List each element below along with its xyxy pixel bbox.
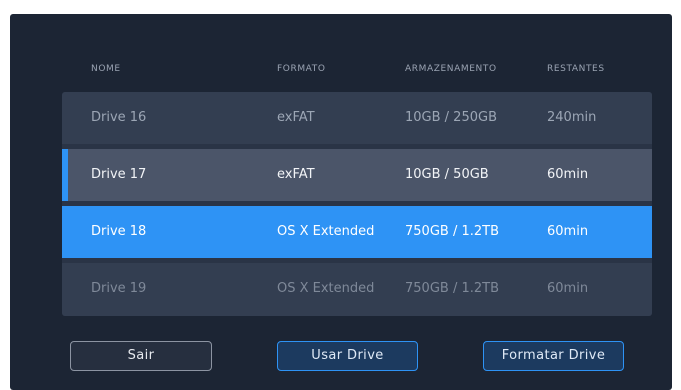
drive-storage: 10GB / 50GB (405, 167, 489, 182)
column-header-storage: ARMAZENAMENTO (405, 64, 497, 74)
drive-format: exFAT (277, 110, 315, 125)
column-header-format: FORMATO (277, 64, 326, 74)
drive-storage: 750GB / 1.2TB (405, 224, 499, 239)
drive-row-16[interactable]: Drive 16 exFAT 10GB / 250GB 240min (62, 92, 652, 144)
current-drive-indicator (62, 149, 68, 201)
drive-row-17[interactable]: Drive 17 exFAT 10GB / 50GB 60min (62, 149, 652, 201)
drive-remaining: 60min (547, 167, 589, 182)
use-drive-button[interactable]: Usar Drive (277, 341, 418, 371)
drive-name: Drive 19 (91, 281, 147, 296)
drive-storage: 10GB / 250GB (405, 110, 497, 125)
drive-selection-panel: NOME FORMATO ARMAZENAMENTO RESTANTES Dri… (10, 14, 672, 390)
drive-format: exFAT (277, 167, 315, 182)
drive-storage: 750GB / 1.2TB (405, 281, 499, 296)
drive-name: Drive 18 (91, 224, 147, 239)
column-header-remaining: RESTANTES (547, 64, 605, 74)
drive-format: OS X Extended (277, 224, 375, 239)
table-header: NOME FORMATO ARMAZENAMENTO RESTANTES (10, 64, 672, 80)
column-header-name: NOME (91, 64, 121, 74)
drive-remaining: 240min (547, 110, 597, 125)
format-drive-button[interactable]: Formatar Drive (483, 341, 624, 371)
drive-format: OS X Extended (277, 281, 375, 296)
drive-name: Drive 16 (91, 110, 147, 125)
drive-row-19[interactable]: Drive 19 OS X Extended 750GB / 1.2TB 60m… (62, 263, 652, 316)
drive-name: Drive 17 (91, 167, 147, 182)
drive-remaining: 60min (547, 224, 589, 239)
screen: NOME FORMATO ARMAZENAMENTO RESTANTES Dri… (0, 0, 681, 390)
drive-remaining: 60min (547, 281, 589, 296)
exit-button[interactable]: Sair (70, 341, 212, 371)
drive-list: Drive 16 exFAT 10GB / 250GB 240min Drive… (62, 92, 652, 316)
drive-row-18[interactable]: Drive 18 OS X Extended 750GB / 1.2TB 60m… (62, 206, 652, 258)
